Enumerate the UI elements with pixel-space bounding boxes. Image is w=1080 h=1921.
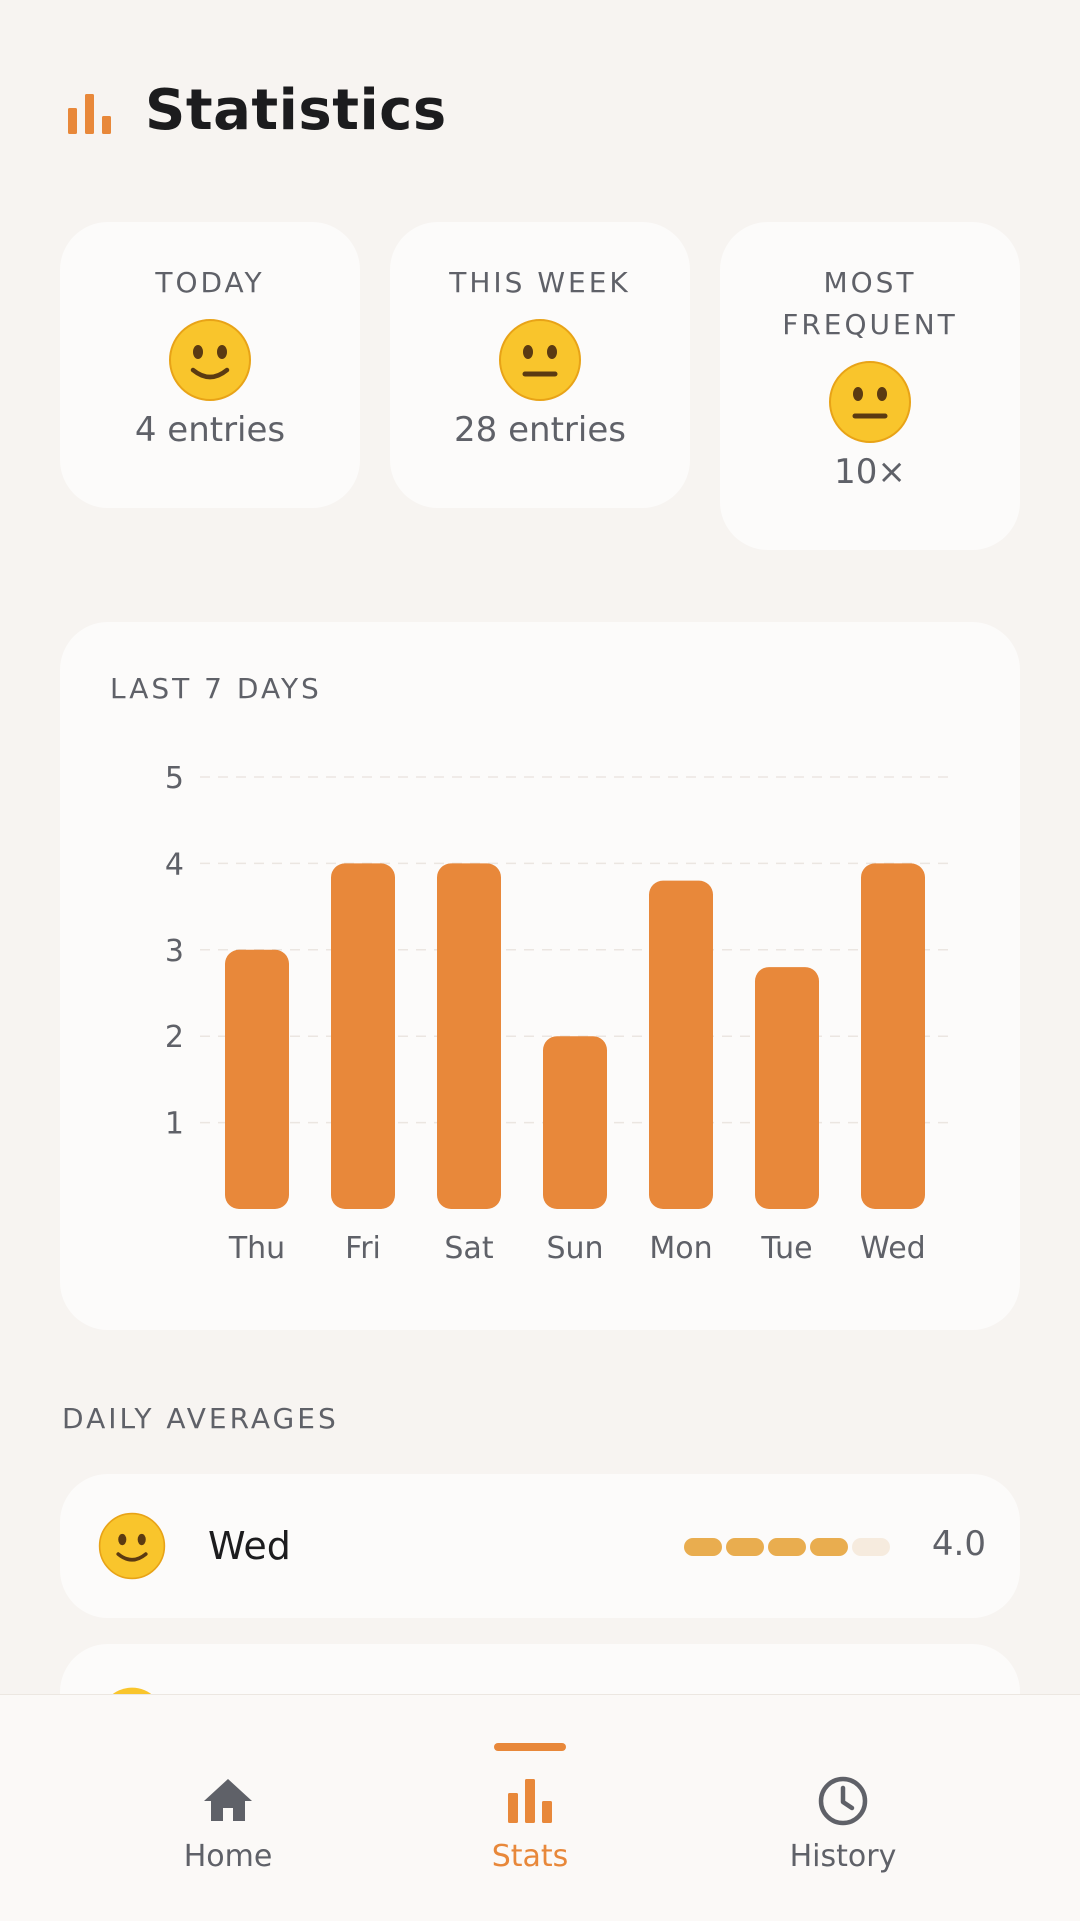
- y-tick-label: 1: [165, 1107, 184, 1142]
- stat-label-line: FREQUENT: [782, 308, 958, 341]
- header: Statistics: [0, 0, 1080, 220]
- active-tab-indicator: [494, 1743, 566, 1751]
- section-title: DAILY AVERAGES: [62, 1402, 339, 1435]
- x-tick-label: Thu: [228, 1231, 285, 1266]
- page-title: Statistics: [145, 78, 447, 143]
- x-tick-label: Fri: [345, 1231, 381, 1266]
- clock-icon: [818, 1776, 868, 1826]
- stat-value: 4 entries: [134, 410, 286, 450]
- stat-label: MOST FREQUENT: [720, 262, 1020, 346]
- x-tick-label: Wed: [860, 1231, 925, 1266]
- bottom-tab-bar: Home Stats History: [0, 1694, 1080, 1921]
- x-tick-label: Sat: [444, 1231, 493, 1266]
- bar-chart-icon: [68, 94, 111, 134]
- level-dot: [768, 1538, 806, 1556]
- neutral-face-icon: [499, 319, 581, 401]
- stat-label: THIS WEEK: [449, 266, 631, 299]
- x-tick-label: Tue: [760, 1231, 812, 1266]
- bar-chart: 1 2 3 4 5 Thu Fri Sat Sun Mon Tue Wed: [165, 761, 950, 1266]
- bar-thu[interactable]: [225, 949, 289, 1209]
- bar-wed[interactable]: [861, 863, 925, 1209]
- stat-label-line: MOST: [823, 266, 917, 299]
- stat-label: TODAY: [155, 266, 265, 299]
- bar-sat[interactable]: [437, 863, 501, 1209]
- last-7-days-chart-card: LAST 7 DAYS 1 2 3 4 5 Thu Fri Sat Sun Mon Tue Wed: [60, 622, 1020, 1330]
- bar-tue[interactable]: [755, 967, 819, 1209]
- y-tick-label: 2: [165, 1020, 184, 1055]
- bar-mon[interactable]: [649, 880, 713, 1209]
- tab-label: Stats: [491, 1839, 569, 1874]
- neutral-face-icon: [829, 361, 911, 443]
- level-dot: [852, 1538, 890, 1556]
- average-value: 4.0: [931, 1524, 986, 1564]
- stat-value: 28 entries: [454, 410, 626, 450]
- home-icon: [204, 1779, 252, 1821]
- y-tick-label: 3: [165, 934, 184, 969]
- bar-fri[interactable]: [331, 863, 395, 1209]
- x-tick-label: Sun: [546, 1231, 603, 1266]
- level-dot: [726, 1538, 764, 1556]
- level-dot: [684, 1538, 722, 1556]
- bar-chart-icon: [508, 1779, 552, 1823]
- slightly-smiling-face-icon: [169, 319, 251, 401]
- slightly-smiling-face-icon: [98, 1512, 166, 1580]
- tab-stats[interactable]: Stats: [380, 1695, 680, 1921]
- tab-label: Home: [183, 1839, 273, 1874]
- daily-average-row[interactable]: Wed 4.0: [60, 1474, 1020, 1618]
- this-week-card: THIS WEEK 28 entries: [390, 222, 690, 508]
- stat-value: 10×: [834, 452, 906, 492]
- today-card: TODAY 4 entries: [60, 222, 360, 508]
- most-frequent-card: MOST FREQUENT 10×: [720, 222, 1020, 550]
- tab-label: History: [789, 1839, 897, 1874]
- tab-home[interactable]: Home: [78, 1695, 378, 1921]
- x-tick-label: Mon: [649, 1231, 712, 1266]
- bar-sun[interactable]: [543, 1036, 607, 1209]
- level-dot: [810, 1538, 848, 1556]
- average-day-label: Wed: [208, 1524, 291, 1568]
- tab-history[interactable]: History: [693, 1695, 993, 1921]
- y-tick-label: 5: [165, 761, 184, 796]
- y-tick-label: 4: [165, 847, 184, 882]
